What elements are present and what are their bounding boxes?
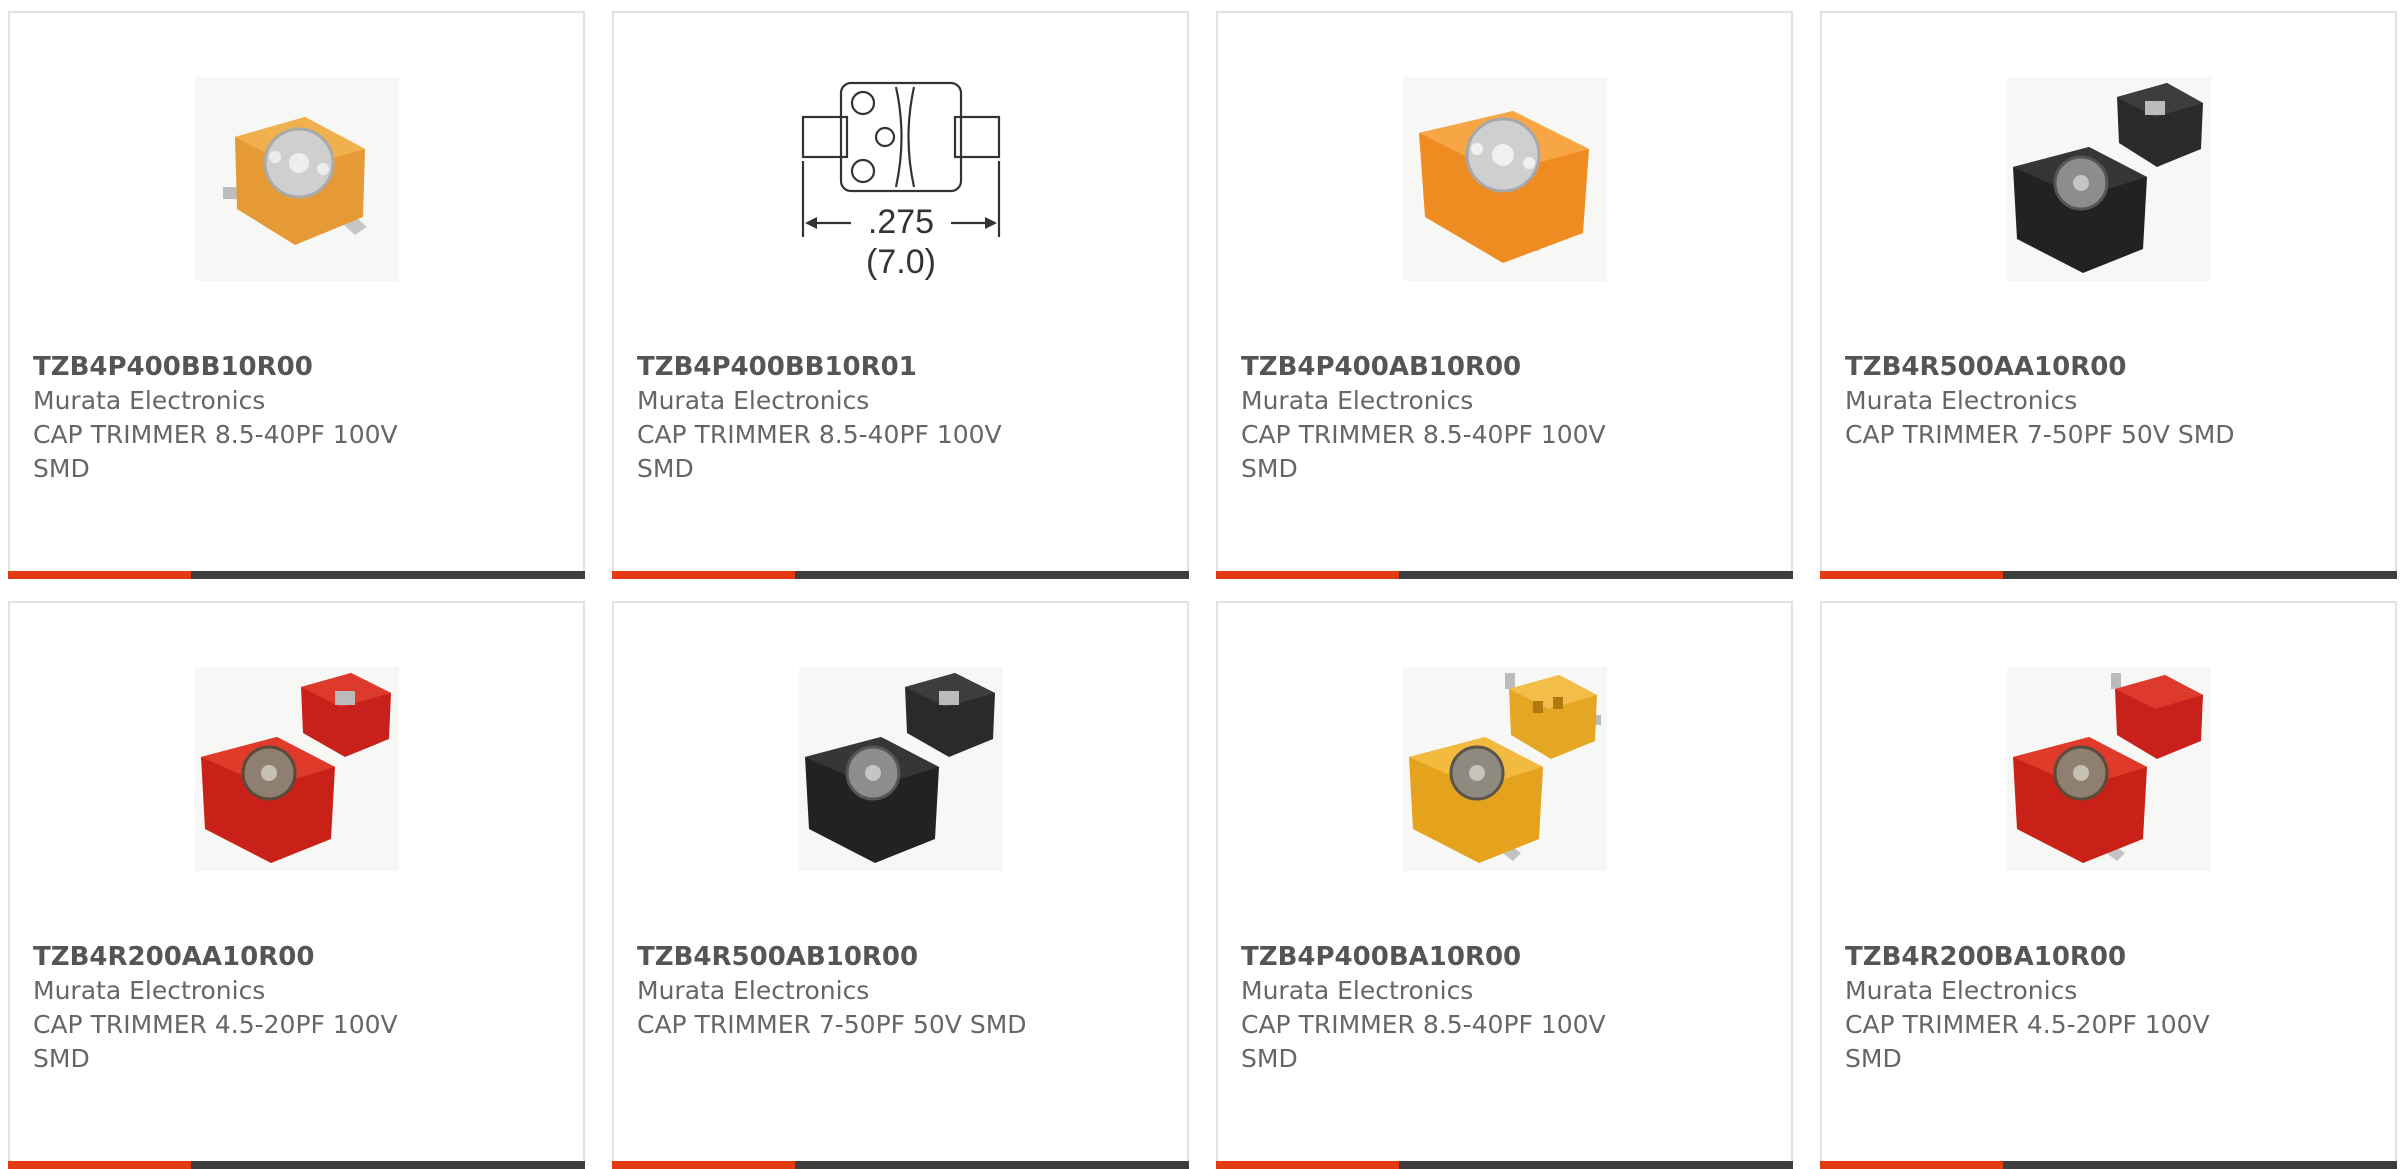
card-accent-highlight (1216, 1161, 1399, 1169)
description: CAP TRIMMER 8.5-40PF 100V SMD (1241, 420, 1606, 483)
orange-trimmer-capacitor-icon (1402, 77, 1607, 281)
product-info: TZB4P400BA10R00 Murata Electronics CAP T… (1241, 940, 1761, 1076)
red-trimmer-capacitor-pair-icon (2006, 667, 2211, 871)
dimension-drawing-icon: .275 (7.0) (798, 77, 1003, 281)
product-info: TZB4P400BB10R01 Murata Electronics CAP T… (637, 350, 1157, 486)
product-info: TZB4R200AA10R00 Murata Electronics CAP T… (33, 940, 553, 1076)
card-accent-bar (1216, 1161, 1793, 1169)
product-info: TZB4R500AB10R00 Murata Electronics CAP T… (637, 940, 1157, 1042)
manufacturer: Murata Electronics (33, 976, 266, 1005)
black-trimmer-capacitor-pair-icon (798, 667, 1003, 871)
part-number[interactable]: TZB4P400BB10R01 (637, 350, 1157, 384)
card-accent-highlight (1216, 571, 1399, 579)
product-info: TZB4R200BA10R00 Murata Electronics CAP T… (1845, 940, 2365, 1076)
product-image[interactable] (798, 667, 1003, 871)
product-image[interactable] (2006, 667, 2211, 871)
description: CAP TRIMMER 4.5-20PF 100V SMD (33, 1010, 398, 1073)
red-trimmer-capacitor-pair-icon (194, 667, 399, 871)
part-number[interactable]: TZB4R200BA10R00 (1845, 940, 2365, 974)
card-accent-highlight (1820, 1161, 2003, 1169)
product-image[interactable] (2006, 77, 2211, 281)
part-number[interactable]: TZB4P400AB10R00 (1241, 350, 1761, 384)
card-accent-highlight (612, 1161, 795, 1169)
product-card[interactable]: TZB4R500AB10R00 Murata Electronics CAP T… (612, 601, 1189, 1169)
product-card[interactable]: .275 (7.0) TZB4P400BB10R01 Murata Electr… (612, 11, 1189, 579)
description: CAP TRIMMER 7-50PF 50V SMD (637, 1010, 1027, 1039)
drawing-dimension: .275 (867, 203, 933, 241)
product-image[interactable] (194, 77, 399, 281)
manufacturer: Murata Electronics (1845, 386, 2078, 415)
manufacturer: Murata Electronics (1845, 976, 2078, 1005)
card-accent-bar (612, 571, 1189, 579)
manufacturer: Murata Electronics (1241, 386, 1474, 415)
manufacturer: Murata Electronics (33, 386, 266, 415)
card-accent-bar (8, 1161, 585, 1169)
description: CAP TRIMMER 4.5-20PF 100V SMD (1845, 1010, 2210, 1073)
drawing-dimension-mm: (7.0) (866, 243, 936, 281)
card-accent-bar (8, 571, 585, 579)
product-image[interactable] (194, 667, 399, 871)
black-trimmer-capacitor-pair-icon (2006, 77, 2211, 281)
product-grid: TZB4P400BB10R00 Murata Electronics CAP T… (8, 11, 2397, 1169)
card-accent-highlight (612, 571, 795, 579)
product-info: TZB4P400AB10R00 Murata Electronics CAP T… (1241, 350, 1761, 486)
product-image[interactable]: .275 (7.0) (798, 77, 1003, 281)
product-image[interactable] (1402, 667, 1607, 871)
card-accent-bar (1820, 571, 2397, 579)
yellow-trimmer-capacitor-pair-icon (1402, 667, 1607, 871)
product-card[interactable]: TZB4R200BA10R00 Murata Electronics CAP T… (1820, 601, 2397, 1169)
manufacturer: Murata Electronics (637, 386, 870, 415)
product-card[interactable]: TZB4R200AA10R00 Murata Electronics CAP T… (8, 601, 585, 1169)
part-number[interactable]: TZB4R500AA10R00 (1845, 350, 2365, 384)
description: CAP TRIMMER 8.5-40PF 100V SMD (33, 420, 398, 483)
product-card[interactable]: TZB4R500AA10R00 Murata Electronics CAP T… (1820, 11, 2397, 579)
part-number[interactable]: TZB4P400BB10R00 (33, 350, 553, 384)
product-card[interactable]: TZB4P400BB10R00 Murata Electronics CAP T… (8, 11, 585, 579)
description: CAP TRIMMER 8.5-40PF 100V SMD (1241, 1010, 1606, 1073)
card-accent-highlight (8, 1161, 191, 1169)
card-accent-highlight (8, 571, 191, 579)
product-card[interactable]: TZB4P400AB10R00 Murata Electronics CAP T… (1216, 11, 1793, 579)
card-accent-bar (612, 1161, 1189, 1169)
card-accent-bar (1216, 571, 1793, 579)
part-number[interactable]: TZB4R200AA10R00 (33, 940, 553, 974)
description: CAP TRIMMER 7-50PF 50V SMD (1845, 420, 2235, 449)
orange-trimmer-capacitor-icon (194, 77, 399, 281)
part-number[interactable]: TZB4P400BA10R00 (1241, 940, 1761, 974)
card-accent-highlight (1820, 571, 2003, 579)
part-number[interactable]: TZB4R500AB10R00 (637, 940, 1157, 974)
product-info: TZB4P400BB10R00 Murata Electronics CAP T… (33, 350, 553, 486)
description: CAP TRIMMER 8.5-40PF 100V SMD (637, 420, 1002, 483)
card-accent-bar (1820, 1161, 2397, 1169)
product-image[interactable] (1402, 77, 1607, 281)
manufacturer: Murata Electronics (637, 976, 870, 1005)
product-card[interactable]: TZB4P400BA10R00 Murata Electronics CAP T… (1216, 601, 1793, 1169)
manufacturer: Murata Electronics (1241, 976, 1474, 1005)
product-info: TZB4R500AA10R00 Murata Electronics CAP T… (1845, 350, 2365, 452)
